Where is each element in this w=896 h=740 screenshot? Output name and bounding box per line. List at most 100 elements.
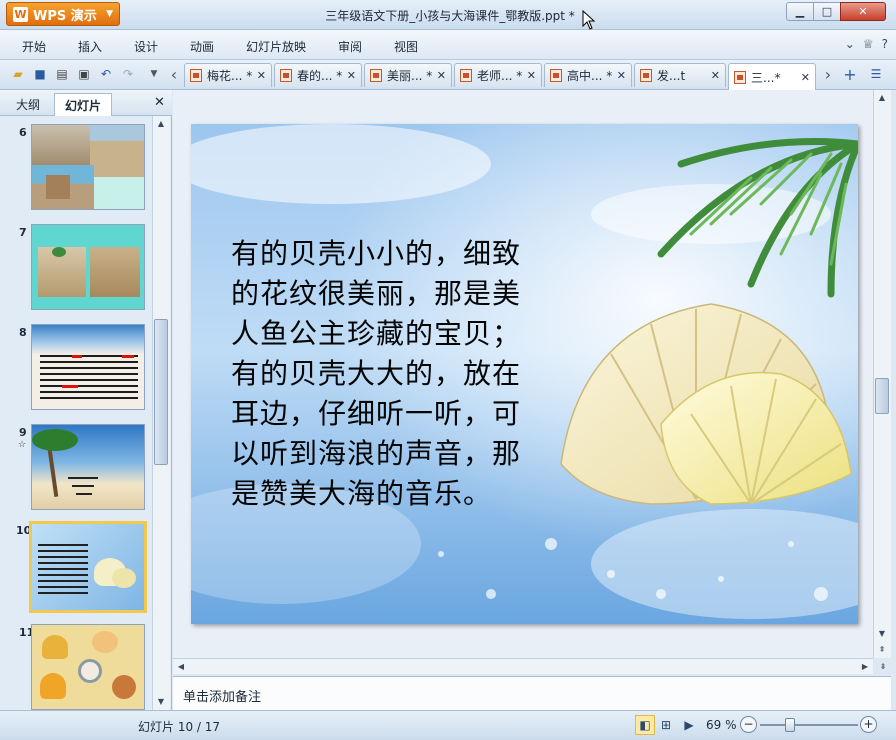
scroll-down-icon[interactable]: ▼	[874, 626, 890, 641]
close-tab-icon[interactable]: ✕	[257, 69, 266, 82]
slide-number: 9	[19, 426, 27, 439]
close-tab-icon[interactable]: ✕	[711, 69, 720, 82]
slide-sorter-icon[interactable]: ⊞	[656, 715, 676, 735]
tab-scroll-left-icon[interactable]: ‹	[166, 65, 182, 84]
app-menu-button[interactable]: W WPS 演示 ▼	[6, 2, 120, 26]
menu-view[interactable]: 视图	[394, 38, 418, 55]
scrollbar-thumb[interactable]	[875, 378, 889, 414]
scroll-up-icon[interactable]: ▲	[874, 90, 890, 105]
scroll-left-icon[interactable]: ◀	[173, 659, 189, 674]
slide-number: 6	[19, 126, 27, 139]
caret-down-icon: ▼	[106, 9, 113, 19]
tab-scroll-right-icon[interactable]: ›	[820, 65, 836, 84]
close-icon: ✕	[858, 5, 868, 18]
vertical-scrollbar[interactable]: ▲ ▼ ⇞	[873, 90, 891, 658]
print-icon[interactable]: ▤	[54, 66, 70, 82]
slide-thumbnail-selected[interactable]	[29, 521, 147, 613]
open-file-icon[interactable]: ▰	[10, 66, 26, 82]
ppt-file-icon	[190, 69, 202, 82]
doc-tab[interactable]: 老师... * ✕	[454, 63, 542, 87]
tab-list-icon[interactable]: ☰	[868, 66, 884, 82]
thumbnail-list: 6 7 8 9 ☆ 10 11	[0, 116, 152, 710]
slide-thumbnail[interactable]	[31, 124, 145, 210]
slide-number: 8	[19, 326, 27, 339]
redo-icon[interactable]: ↷	[120, 66, 136, 82]
customize-dropdown-icon[interactable]: ▼	[146, 66, 162, 82]
close-tab-icon[interactable]: ✕	[801, 71, 810, 84]
close-tab-icon[interactable]: ✕	[437, 69, 446, 82]
slide-thumbnail[interactable]	[31, 424, 145, 510]
ppt-file-icon	[734, 70, 746, 84]
slide-canvas[interactable]: 有的贝壳小小的，细致的花纹很美丽，那是美人鱼公主珍藏的宝贝；有的贝壳大大的，放在…	[191, 124, 858, 624]
previous-slide-icon[interactable]: ⇞	[874, 642, 890, 657]
tab-slides[interactable]: 幻灯片	[54, 93, 113, 116]
new-tab-icon[interactable]: +	[842, 65, 858, 84]
doc-tab-label: 老师... *	[477, 69, 522, 83]
scroll-right-icon[interactable]: ▶	[857, 659, 873, 674]
menu-design[interactable]: 设计	[134, 38, 158, 55]
slideshow-icon[interactable]: ▶	[679, 715, 699, 735]
slide-counter: 幻灯片 10 / 17	[138, 720, 221, 734]
doc-tab-label: 发...t	[657, 69, 686, 83]
minimize-button[interactable]: ▁	[786, 2, 814, 21]
menu-slideshow[interactable]: 幻灯片放映	[246, 38, 306, 55]
scrollbar-thumb[interactable]	[154, 319, 168, 465]
normal-view-icon[interactable]: ◧	[635, 715, 655, 735]
close-tab-icon[interactable]: ✕	[527, 69, 536, 82]
minimize-icon: ▁	[795, 5, 805, 18]
zoom-slider-knob[interactable]	[785, 718, 796, 732]
ppt-file-icon	[550, 69, 562, 82]
zoom-slider-track[interactable]	[760, 724, 858, 726]
menu-review[interactable]: 审阅	[338, 38, 362, 55]
print-preview-icon[interactable]: ▣	[76, 66, 92, 82]
close-panel-icon[interactable]: ✕	[154, 95, 165, 110]
status-bar: 幻灯片 10 / 17 ◧ ⊞ ▶ 69 % − +	[0, 710, 896, 740]
scroll-down-icon[interactable]: ▼	[153, 694, 169, 709]
undo-icon[interactable]: ↶	[98, 66, 114, 82]
menu-insert[interactable]: 插入	[78, 38, 102, 55]
wps-logo-icon: W	[13, 6, 28, 22]
doc-tab[interactable]: 美丽... * ✕	[364, 63, 452, 87]
slide-thumbnail[interactable]	[31, 624, 145, 710]
close-tab-icon[interactable]: ✕	[347, 69, 356, 82]
maximize-button[interactable]: □	[813, 2, 841, 21]
close-tab-icon[interactable]: ✕	[617, 69, 626, 82]
menu-animation[interactable]: 动画	[190, 38, 214, 55]
horizontal-scrollbar[interactable]: ◀ ▶ ⇟	[173, 658, 886, 674]
slide-body-text[interactable]: 有的贝壳小小的，细致的花纹很美丽，那是美人鱼公主珍藏的宝贝；有的贝壳大大的，放在…	[231, 234, 531, 514]
doc-tab-label: 高中... *	[567, 69, 612, 83]
mouse-cursor-icon	[582, 10, 596, 30]
doc-tab-active[interactable]: 三...* ✕	[728, 63, 816, 90]
skin-icon[interactable]: ♕	[863, 37, 874, 51]
ppt-file-icon	[460, 69, 472, 82]
menu-right-tools: ⌄ ♕ ?	[845, 37, 888, 51]
save-icon[interactable]: ■	[32, 66, 48, 82]
doc-tab-label: 美丽... *	[387, 69, 432, 83]
title-bar: W WPS 演示 ▼ 三年级语文下册_小孩与大海课件_鄂教版.ppt * ▁ □…	[0, 0, 896, 30]
doc-tab-label: 春的... *	[297, 69, 342, 83]
notes-pane[interactable]: 单击添加备注	[173, 676, 891, 710]
maximize-icon: □	[821, 5, 833, 18]
doc-tab[interactable]: 春的... * ✕	[274, 63, 362, 87]
slide-thumbnail[interactable]	[31, 224, 145, 310]
next-slide-icon[interactable]: ⇟	[875, 659, 891, 674]
menu-home[interactable]: 开始	[22, 38, 46, 55]
doc-tab[interactable]: 高中... * ✕	[544, 63, 632, 87]
slide-thumbnail[interactable]	[31, 324, 145, 410]
collapse-ribbon-icon[interactable]: ⌄	[845, 37, 855, 51]
zoom-out-icon[interactable]: −	[740, 716, 757, 733]
close-window-button[interactable]: ✕	[840, 2, 886, 21]
help-icon[interactable]: ?	[882, 37, 888, 51]
thumbnail-scrollbar[interactable]: ▲ ▼	[152, 116, 170, 710]
scroll-up-icon[interactable]: ▲	[153, 116, 169, 131]
tab-outline[interactable]: 大纲	[6, 93, 50, 116]
slide-number: 7	[19, 226, 27, 239]
doc-tab[interactable]: 梅花... * ✕	[184, 63, 272, 87]
zoom-level: 69 %	[706, 718, 737, 732]
zoom-in-icon[interactable]: +	[860, 716, 877, 733]
doc-tab[interactable]: 发...t ✕	[634, 63, 726, 87]
menu-bar: 开始 插入 设计 动画 幻灯片放映 审阅 视图 ⌄ ♕ ?	[0, 30, 896, 60]
quick-access-toolbar: ▰ ■ ▤ ▣ ↶ ↷ ▼ ‹ 梅花... * ✕ 春的... * ✕ 美丽..…	[0, 60, 896, 90]
app-name: WPS 演示	[33, 8, 97, 24]
notes-placeholder[interactable]: 单击添加备注	[183, 686, 261, 705]
